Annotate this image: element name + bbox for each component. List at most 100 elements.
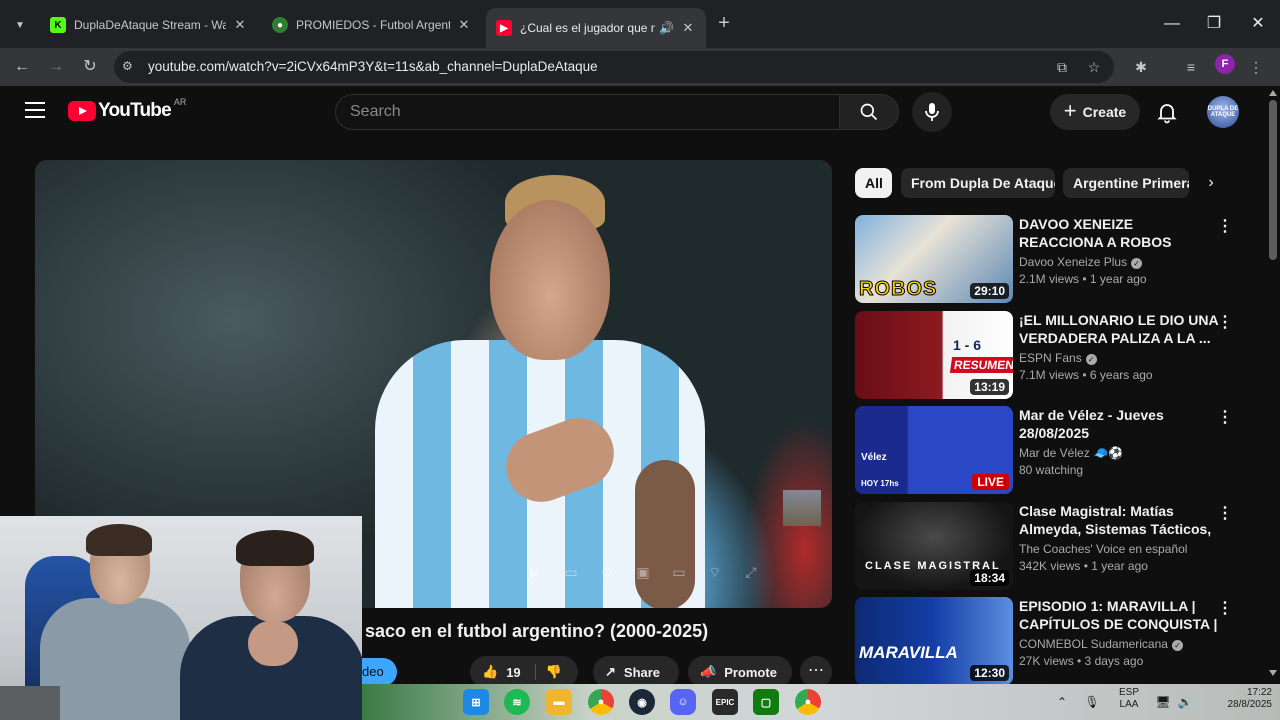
audio-playing-icon[interactable]: 🔊: [659, 21, 674, 35]
extensions-icon[interactable]: ✱: [1129, 55, 1153, 79]
more-options-icon[interactable]: ⋮: [1217, 408, 1233, 428]
network-icon[interactable]: 🖥: [1154, 684, 1172, 720]
youtube-logo[interactable]: YouTube AR: [68, 97, 187, 122]
install-app-icon[interactable]: ⧉: [1052, 57, 1072, 77]
tab-youtube-active[interactable]: ▶ ¿Cual es el jugador que m 🔊 ✕: [486, 8, 706, 48]
chrome-profile-icon[interactable]: ●: [795, 689, 821, 715]
recommended-title[interactable]: ¡EL MILLONARIO LE DIO UNA VERDADERA PALI…: [1019, 311, 1219, 347]
settings-gear-icon[interactable]: ⚙: [597, 562, 617, 582]
spotify-icon[interactable]: ≋: [504, 689, 530, 715]
country-code: AR: [173, 97, 187, 107]
like-icon[interactable]: 👍: [482, 664, 498, 680]
channel-name[interactable]: Davoo Xeneize Plus: [1019, 255, 1127, 269]
recommended-title[interactable]: DAVOO XENEIZE REACCIONA A ROBOS ESCANDAL…: [1019, 215, 1219, 251]
fullscreen-icon[interactable]: ⤢: [741, 562, 761, 582]
subtitles-icon[interactable]: ▭: [561, 562, 581, 582]
autoplay-toggle-icon[interactable]: ▶: [525, 562, 545, 582]
plus-icon: +: [1063, 98, 1077, 123]
recommended-video[interactable]: CLASE MAGISTRAL 18:34 Clase Magistral: M…: [855, 502, 1245, 590]
minimize-icon[interactable]: —: [1160, 12, 1184, 36]
reload-icon[interactable]: ↻: [78, 55, 102, 79]
recommended-video[interactable]: 1 - 6 RESUMEN 13:19 ¡EL MILLONARIO LE DI…: [855, 311, 1245, 399]
search-box[interactable]: [335, 94, 840, 130]
search-input[interactable]: [350, 95, 820, 129]
clock[interactable]: 17:22 28/8/2025: [1202, 684, 1273, 720]
more-options-icon[interactable]: ⋮: [1217, 504, 1233, 524]
steam-icon[interactable]: ◉: [629, 689, 655, 715]
url-text[interactable]: youtube.com/watch?v=2iCVx64mP3Y&t=11s&ab…: [148, 59, 598, 74]
media-control-icon[interactable]: ≡: [1179, 55, 1203, 79]
create-button[interactable]: + Create: [1050, 94, 1140, 130]
close-icon[interactable]: ✕: [232, 17, 248, 33]
scroll-down-icon[interactable]: [1269, 670, 1277, 676]
close-icon[interactable]: ✕: [456, 17, 472, 33]
close-window-icon[interactable]: ✕: [1246, 12, 1270, 36]
miniplayer-preview[interactable]: [783, 490, 821, 526]
bookmark-star-icon[interactable]: ☆: [1084, 57, 1104, 77]
recommended-video[interactable]: ROBOS 29:10 DAVOO XENEIZE REACCIONA A RO…: [855, 215, 1245, 303]
profile-avatar[interactable]: F: [1215, 54, 1235, 74]
chip-argentine-primera[interactable]: Argentine Primera: [1063, 168, 1189, 198]
channel-name-row[interactable]: CONMEBOL Sudamericana ✓: [1019, 637, 1219, 651]
channel-name[interactable]: Mar de Vélez 🧢⚽: [1019, 446, 1219, 460]
tray-overflow-icon[interactable]: ⌃: [1054, 684, 1070, 720]
site-info-icon[interactable]: ⚙: [122, 59, 138, 75]
scroll-up-icon[interactable]: [1269, 90, 1277, 96]
notifications-bell-icon[interactable]: [1155, 100, 1179, 124]
page-scrollbar[interactable]: [1266, 86, 1280, 684]
chip-from-channel[interactable]: From Dupla De Ataque: [901, 168, 1055, 198]
webcam-overlay: [0, 516, 362, 720]
chevron-right-icon[interactable]: ›: [1200, 172, 1222, 194]
channel-avatar[interactable]: DUPLA DE ATAQUE: [1207, 96, 1239, 128]
more-options-icon[interactable]: ⋮: [1217, 313, 1233, 333]
video-thumbnail[interactable]: ROBOS 29:10: [855, 215, 1013, 303]
chrome-icon[interactable]: ●: [588, 689, 614, 715]
tab-promiedos[interactable]: ● PROMIEDOS - Futbol Argentino ✕: [262, 10, 482, 40]
forward-icon[interactable]: →: [44, 55, 68, 79]
close-icon[interactable]: ✕: [680, 20, 696, 36]
cast-icon[interactable]: ⌔: [705, 562, 725, 582]
more-options-icon[interactable]: ⋮: [1217, 217, 1233, 237]
video-thumbnail[interactable]: 1 - 6 RESUMEN 13:19: [855, 311, 1013, 399]
address-bar[interactable]: ⚙ youtube.com/watch?v=2iCVx64mP3Y&t=11s&…: [114, 51, 1114, 83]
recommended-title[interactable]: EPISODIO 1: MARAVILLA | CAPÍTULOS DE CON…: [1019, 597, 1219, 633]
hamburger-menu-icon[interactable]: [25, 102, 45, 118]
search-button[interactable]: [839, 94, 899, 130]
scrollbar-thumb[interactable]: [1269, 100, 1277, 260]
video-thumbnail[interactable]: CLASE MAGISTRAL 18:34: [855, 502, 1013, 590]
video-thumbnail[interactable]: MARAVILLA 12:30: [855, 597, 1013, 685]
theater-mode-icon[interactable]: ▭: [669, 562, 689, 582]
recommended-title[interactable]: Mar de Vélez - Jueves 28/08/2025: [1019, 406, 1219, 442]
back-icon[interactable]: ←: [10, 55, 34, 79]
dislike-icon[interactable]: 👎: [534, 664, 562, 680]
person-left-body: [40, 598, 190, 720]
windows-start-icon[interactable]: ⊞: [463, 689, 489, 715]
new-tab-button[interactable]: +: [713, 13, 735, 35]
volume-icon[interactable]: 🔊: [1176, 684, 1194, 720]
epic-games-icon[interactable]: EPIC: [712, 689, 738, 715]
more-options-icon[interactable]: ⋮: [1217, 599, 1233, 619]
channel-name[interactable]: ESPN Fans: [1019, 351, 1082, 365]
discord-icon[interactable]: ☺: [670, 689, 696, 715]
file-explorer-icon[interactable]: ▬: [546, 689, 572, 715]
chip-all[interactable]: All: [855, 168, 892, 198]
channel-name[interactable]: CONMEBOL Sudamericana: [1019, 637, 1168, 651]
xbox-icon[interactable]: ▢: [753, 689, 779, 715]
subscribe-button[interactable]: deo: [360, 658, 397, 686]
channel-name[interactable]: The Coaches' Voice en español: [1019, 542, 1219, 556]
browser-toolbar: ← → ↻ ⚙ youtube.com/watch?v=2iCVx64mP3Y&…: [0, 48, 1280, 86]
miniplayer-icon[interactable]: ▣: [633, 562, 653, 582]
channel-name-row[interactable]: ESPN Fans ✓: [1019, 351, 1219, 365]
microphone-tray-icon[interactable]: 🎙: [1084, 684, 1100, 720]
channel-name-row[interactable]: Davoo Xeneize Plus ✓: [1019, 255, 1219, 269]
recommended-title[interactable]: Clase Magistral: Matías Almeyda, Sistema…: [1019, 502, 1219, 538]
tab-kick[interactable]: K DuplaDeAtaque Stream - Watch ✕: [40, 10, 258, 40]
recommended-video[interactable]: Vélez HOY 17hs LIVE Mar de Vélez - Jueve…: [855, 406, 1245, 494]
language-indicator[interactable]: ESP LAA: [1114, 684, 1144, 720]
video-thumbnail[interactable]: Vélez HOY 17hs LIVE: [855, 406, 1013, 494]
restore-icon[interactable]: ❐: [1202, 12, 1226, 36]
tab-search-dropdown-icon[interactable]: ▼: [8, 13, 32, 37]
chrome-menu-icon[interactable]: ⋮: [1244, 55, 1268, 79]
voice-search-button[interactable]: [912, 92, 952, 132]
recommended-video[interactable]: MARAVILLA 12:30 EPISODIO 1: MARAVILLA | …: [855, 597, 1245, 685]
